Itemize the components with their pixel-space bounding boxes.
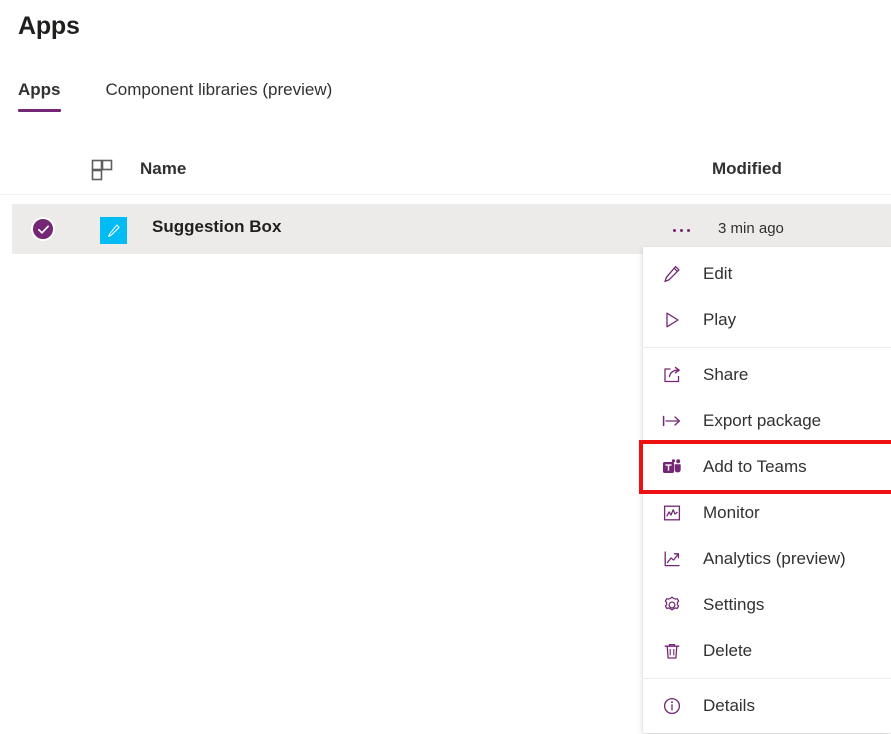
- menu-item-monitor-label: Monitor: [703, 503, 760, 523]
- menu-item-analytics-label: Analytics (preview): [703, 549, 846, 569]
- page-title: Apps: [18, 12, 80, 41]
- analytics-icon: [661, 548, 683, 570]
- app-modified-time: 3 min ago: [718, 220, 784, 237]
- menu-item-edit[interactable]: Edit: [643, 251, 891, 297]
- teams-icon: [661, 456, 683, 478]
- menu-item-delete-label: Delete: [703, 641, 752, 661]
- menu-item-analytics[interactable]: Analytics (preview): [643, 536, 891, 582]
- menu-item-delete[interactable]: Delete: [643, 628, 891, 674]
- row-context-menu: Edit Play Share Exp: [643, 247, 891, 733]
- tab-component-libraries-label: Component libraries (preview): [106, 80, 333, 99]
- menu-separator: [643, 678, 891, 679]
- tab-component-libraries[interactable]: Component libraries (preview): [106, 80, 333, 112]
- menu-item-share[interactable]: Share: [643, 352, 891, 398]
- menu-item-add-to-teams-label: Add to Teams: [703, 457, 807, 477]
- ellipsis-dot: [687, 229, 690, 232]
- column-header-modified[interactable]: Modified: [712, 159, 782, 179]
- pivot-tabs: Apps Component libraries (preview): [18, 80, 377, 112]
- table-header-row: Name Modified: [0, 148, 891, 195]
- menu-item-details-label: Details: [703, 696, 755, 716]
- menu-item-play-label: Play: [703, 310, 736, 330]
- menu-item-add-to-teams[interactable]: Add to Teams: [643, 444, 891, 490]
- apps-table: Name Modified Suggestion Box 3 min ago: [0, 148, 891, 195]
- row-selected-checkmark-icon[interactable]: [31, 217, 55, 241]
- row-overflow-ellipsis-icon[interactable]: [664, 218, 698, 242]
- tab-apps[interactable]: Apps: [18, 80, 61, 112]
- monitor-icon: [661, 502, 683, 524]
- gear-icon: [661, 594, 683, 616]
- menu-item-details[interactable]: Details: [643, 683, 891, 729]
- tab-apps-label: Apps: [18, 80, 61, 99]
- column-header-name[interactable]: Name: [140, 159, 186, 179]
- menu-item-settings-label: Settings: [703, 595, 764, 615]
- menu-separator: [643, 347, 891, 348]
- app-name[interactable]: Suggestion Box: [152, 217, 281, 237]
- menu-item-export-package-label: Export package: [703, 411, 821, 431]
- ellipsis-dot: [673, 229, 676, 232]
- ellipsis-dot: [680, 229, 683, 232]
- menu-item-play[interactable]: Play: [643, 297, 891, 343]
- app-pencil-icon: [100, 217, 127, 244]
- menu-item-edit-label: Edit: [703, 264, 732, 284]
- export-icon: [661, 410, 683, 432]
- menu-item-export-package[interactable]: Export package: [643, 398, 891, 444]
- grid-icon: [90, 158, 114, 182]
- menu-item-settings[interactable]: Settings: [643, 582, 891, 628]
- menu-item-share-label: Share: [703, 365, 748, 385]
- info-icon: [661, 695, 683, 717]
- pencil-icon: [661, 263, 683, 285]
- trash-icon: [661, 640, 683, 662]
- play-icon: [661, 309, 683, 331]
- menu-item-monitor[interactable]: Monitor: [643, 490, 891, 536]
- share-icon: [661, 364, 683, 386]
